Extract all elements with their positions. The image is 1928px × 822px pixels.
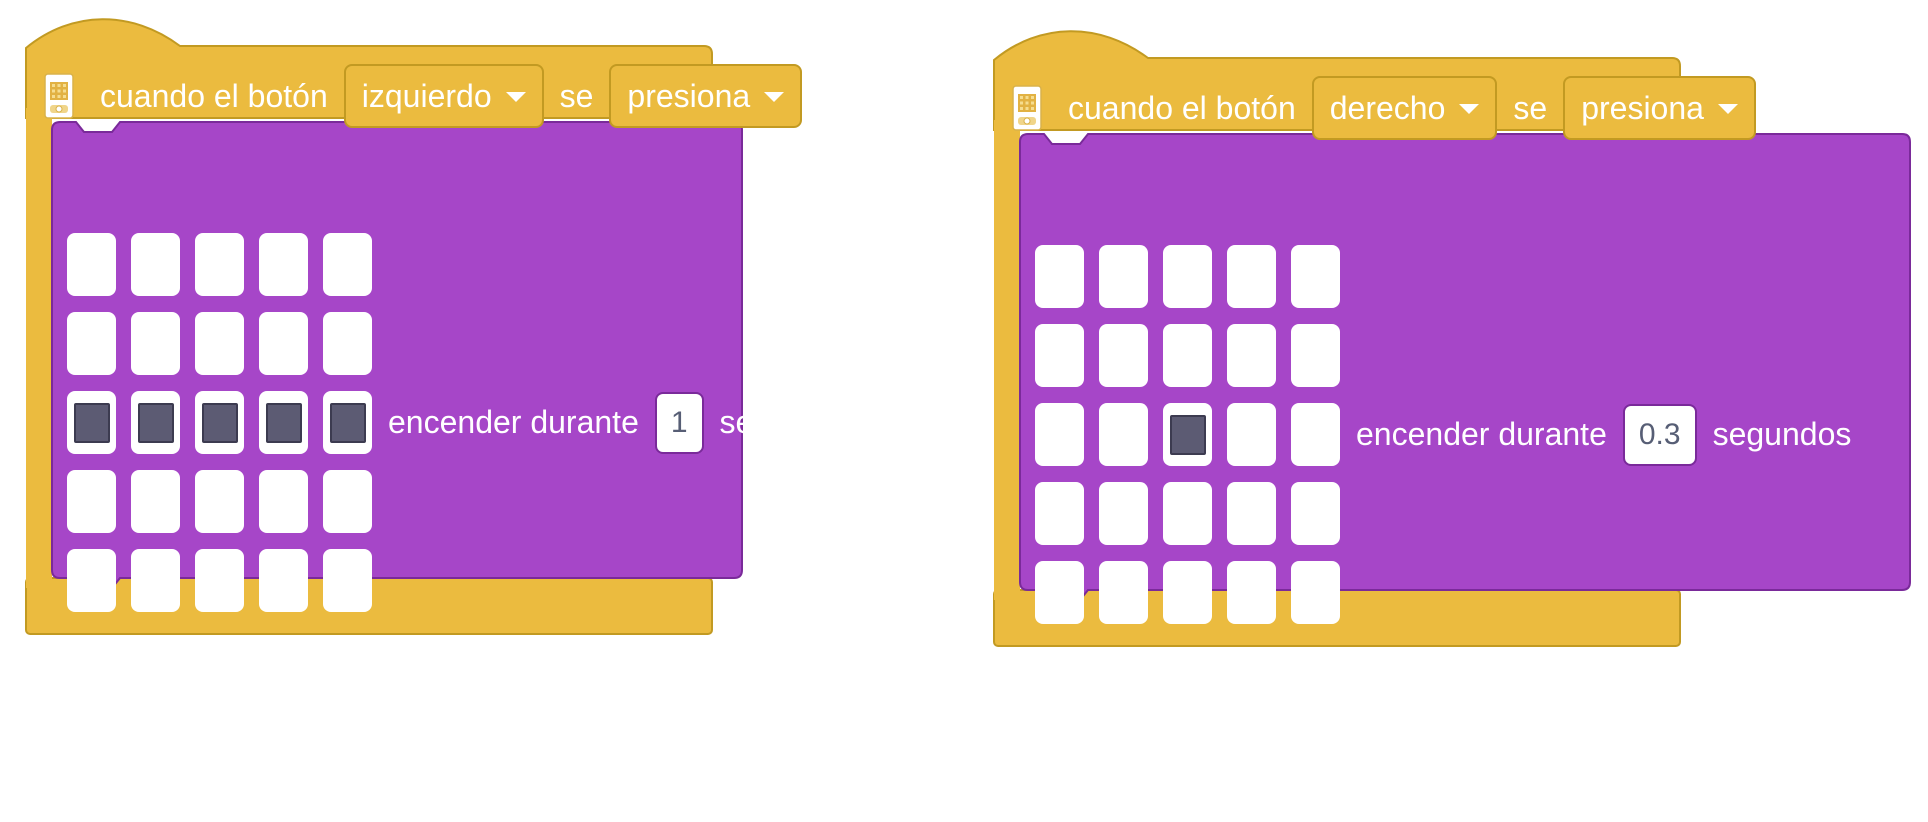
c-block-spine	[994, 120, 1020, 600]
led-on-indicator	[329, 402, 366, 443]
button-dropdown-value: izquierdo	[361, 77, 492, 114]
led-cell-0-3[interactable]	[259, 233, 308, 296]
led-cell-0-1[interactable]	[131, 233, 180, 296]
dropdown-arrow-icon	[1717, 104, 1738, 114]
led-on-indicator	[137, 402, 174, 443]
led-cell-2-2[interactable]	[1163, 403, 1212, 466]
hat-block-header: cuando el botón izquierdo se presiona	[44, 64, 818, 128]
led-cell-0-4[interactable]	[1291, 245, 1340, 308]
action-dropdown[interactable]: presiona	[1563, 76, 1756, 140]
command-label-light-for: encender durante	[388, 404, 639, 440]
led-cell-0-3[interactable]	[1227, 245, 1276, 308]
led-cell-3-4[interactable]	[1291, 482, 1340, 545]
led-cell-0-4[interactable]	[323, 233, 372, 296]
event-block-stack-right[interactable]: cuando el botón derecho se presiona ence…	[990, 30, 1911, 790]
led-cell-4-1[interactable]	[131, 549, 180, 612]
led-on-indicator	[265, 402, 302, 443]
led-cell-2-1[interactable]	[1099, 403, 1148, 466]
led-cell-4-0[interactable]	[1035, 561, 1084, 624]
led-cell-2-2[interactable]	[195, 391, 244, 454]
led-cell-1-0[interactable]	[67, 312, 116, 375]
led-cell-1-1[interactable]	[131, 312, 180, 375]
led-cell-1-1[interactable]	[1099, 324, 1148, 387]
led-cell-2-0[interactable]	[67, 391, 116, 454]
microbit-icon	[44, 73, 74, 119]
led-matrix	[1035, 245, 1340, 624]
led-cell-4-3[interactable]	[259, 549, 308, 612]
led-cell-0-2[interactable]	[195, 233, 244, 296]
led-cell-1-4[interactable]	[1291, 324, 1340, 387]
action-dropdown[interactable]: presiona	[609, 64, 803, 128]
hat-label-se: se	[559, 77, 594, 114]
led-cell-1-2[interactable]	[1163, 324, 1212, 387]
led-cell-3-4[interactable]	[323, 470, 372, 533]
button-dropdown[interactable]: izquierdo	[343, 64, 544, 128]
led-cell-1-2[interactable]	[195, 312, 244, 375]
led-matrix	[67, 233, 372, 612]
led-cell-4-4[interactable]	[323, 549, 372, 612]
microbit-icon	[1012, 85, 1042, 131]
button-dropdown-value: derecho	[1329, 89, 1446, 126]
led-on-indicator	[73, 402, 110, 443]
led-cell-3-3[interactable]	[259, 470, 308, 533]
led-cell-2-4[interactable]	[1291, 403, 1340, 466]
led-cell-3-1[interactable]	[131, 470, 180, 533]
led-cell-4-0[interactable]	[67, 549, 116, 612]
led-cell-2-3[interactable]	[259, 391, 308, 454]
led-cell-2-4[interactable]	[323, 391, 372, 454]
hat-label-when-button: cuando el botón	[100, 77, 328, 114]
dropdown-arrow-icon	[505, 92, 526, 102]
led-cell-1-0[interactable]	[1035, 324, 1084, 387]
event-block-stack-left[interactable]: cuando el botón izquierdo se presiona en…	[22, 18, 942, 778]
command-label-seconds: segundos	[719, 404, 859, 440]
hat-label-se: se	[1513, 89, 1548, 126]
led-on-indicator	[201, 402, 238, 443]
led-cell-2-3[interactable]	[1227, 403, 1276, 466]
led-cell-3-0[interactable]	[67, 470, 116, 533]
led-cell-1-3[interactable]	[1227, 324, 1276, 387]
led-cell-3-2[interactable]	[1163, 482, 1212, 545]
led-cell-0-0[interactable]	[67, 233, 116, 296]
duration-input[interactable]: 0.3	[1622, 403, 1697, 466]
led-cell-4-4[interactable]	[1291, 561, 1340, 624]
led-cell-0-0[interactable]	[1035, 245, 1084, 308]
led-cell-1-3[interactable]	[259, 312, 308, 375]
hat-block-header: cuando el botón derecho se presiona	[1012, 76, 1772, 140]
command-label-seconds: segundos	[1712, 416, 1852, 452]
dropdown-arrow-icon	[1459, 104, 1480, 114]
led-cell-3-3[interactable]	[1227, 482, 1276, 545]
duration-input[interactable]: 1	[654, 391, 704, 454]
button-dropdown[interactable]: derecho	[1311, 76, 1498, 140]
led-cell-4-3[interactable]	[1227, 561, 1276, 624]
command-label-light-for: encender durante	[1356, 416, 1607, 452]
led-cell-1-4[interactable]	[323, 312, 372, 375]
led-cell-2-0[interactable]	[1035, 403, 1084, 466]
led-cell-3-0[interactable]	[1035, 482, 1084, 545]
action-dropdown-value: presiona	[1581, 89, 1704, 126]
led-cell-2-1[interactable]	[131, 391, 180, 454]
display-command-row: encender durante 1 segundos	[67, 233, 858, 612]
led-cell-4-2[interactable]	[195, 549, 244, 612]
action-dropdown-value: presiona	[627, 77, 751, 114]
c-block-spine	[26, 108, 52, 588]
hat-label-when-button: cuando el botón	[1068, 89, 1296, 126]
led-cell-0-2[interactable]	[1163, 245, 1212, 308]
led-cell-4-2[interactable]	[1163, 561, 1212, 624]
led-cell-3-1[interactable]	[1099, 482, 1148, 545]
led-cell-0-1[interactable]	[1099, 245, 1148, 308]
led-on-indicator	[1169, 414, 1206, 455]
display-command-row: encender durante 0.3 segundos	[1035, 245, 1851, 624]
dropdown-arrow-icon	[764, 92, 785, 102]
led-cell-4-1[interactable]	[1099, 561, 1148, 624]
led-cell-3-2[interactable]	[195, 470, 244, 533]
